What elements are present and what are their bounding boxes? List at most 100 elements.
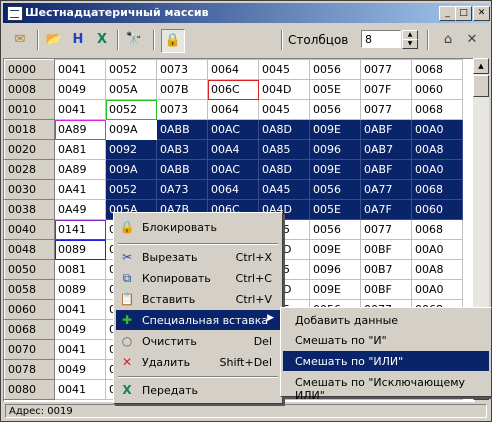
close-button[interactable]: ✕ [473,6,490,21]
submenu-item-append[interactable]: Добавить данные [283,310,489,330]
menu-item-lock[interactable]: 🔒 Блокировать [116,217,280,237]
export-icon[interactable]: X [91,29,113,51]
hex-cell[interactable]: 00A8 [411,139,463,160]
hex-cell[interactable]: 009E [309,239,361,260]
hex-cell[interactable]: 00BF [360,279,412,300]
hex-cell[interactable]: 0081 [54,259,106,280]
hex-cell[interactable]: 0068 [411,99,463,120]
hex-cell[interactable]: 0045 [258,99,310,120]
spin-down-button[interactable]: ▼ [402,39,418,49]
menu-item-transfer[interactable]: X Передать [116,380,280,400]
menu-item-delete[interactable]: ✕ Удалить Shift+Del [116,352,280,372]
columns-input[interactable]: 8 [361,30,401,48]
maximize-button[interactable]: □ [455,6,472,21]
hex-cell[interactable]: 00AC [207,119,259,140]
hex-cell[interactable]: 005E [309,79,361,100]
hex-cell[interactable]: 0AB3 [156,139,208,160]
hex-cell[interactable]: 0041 [54,299,106,320]
hex-cell[interactable]: 0AB7 [360,139,412,160]
hex-cell[interactable]: 0089 [54,239,106,260]
hex-cell[interactable]: 0052 [105,99,157,120]
minimize-button[interactable]: _ [439,6,456,21]
submenu-item-xor[interactable]: Смешать по "Исключающему ИЛИ" [283,372,489,402]
hex-cell[interactable]: 0049 [54,359,106,380]
hex-cell[interactable]: 0041 [54,339,106,360]
hex-cell[interactable]: 0ABF [360,159,412,180]
hex-cell[interactable]: 0A8D [258,159,310,180]
hex-cell[interactable]: 0045 [258,59,310,80]
hex-cell[interactable]: 009E [309,279,361,300]
submenu-item-and[interactable]: Смешать по "И" [283,330,489,350]
hex-cell[interactable]: 0ABB [156,119,208,140]
hex-cell[interactable]: 0A85 [258,139,310,160]
hex-cell[interactable]: 0052 [105,59,157,80]
hex-cell[interactable]: 0A89 [54,119,106,140]
hex-cell[interactable]: 006C [207,79,259,100]
hex-cell[interactable]: 0068 [411,219,463,240]
hex-cell[interactable]: 0096 [309,259,361,280]
hex-cell[interactable]: 0060 [411,199,463,220]
hex-cell[interactable]: 0A73 [156,179,208,200]
hex-cell[interactable]: 0052 [105,179,157,200]
hex-cell[interactable]: 0A49 [54,199,106,220]
hex-cell[interactable]: 00A0 [411,239,463,260]
hex-cell[interactable]: 00A0 [411,279,463,300]
menu-item-clear[interactable]: ○ Очистить Del [116,331,280,351]
hex-cell[interactable]: 0077 [360,99,412,120]
hex-cell[interactable]: 007B [156,79,208,100]
hex-cell[interactable]: 0A45 [258,179,310,200]
hex-cell[interactable]: 00BF [360,239,412,260]
hex-cell[interactable]: 0041 [54,59,106,80]
lock-toggle-icon[interactable]: 🔒 [161,29,185,53]
hex-cell[interactable]: 005E [309,199,361,220]
hex-cell[interactable]: 0049 [54,319,106,340]
hex-cell[interactable]: 0056 [309,59,361,80]
menu-item-paste[interactable]: 📋 Вставить Ctrl+V [116,289,280,309]
hex-cell[interactable]: 00A0 [411,119,463,140]
hex-cell[interactable]: 00AC [207,159,259,180]
scroll-up-button[interactable]: ▲ [473,58,489,74]
hex-cell[interactable]: 0041 [54,379,106,400]
hex-cell[interactable]: 0056 [309,99,361,120]
hex-cell[interactable]: 0064 [207,59,259,80]
menu-item-copy[interactable]: ⧉ Копировать Ctrl+C [116,268,280,288]
hex-cell[interactable]: 0A77 [360,179,412,200]
hex-cell[interactable]: 005A [105,79,157,100]
hex-cell[interactable]: 0ABB [156,159,208,180]
binoculars-icon[interactable]: 🔭 [123,29,145,51]
hex-cell[interactable]: 0077 [360,219,412,240]
hex-cell[interactable]: 00A4 [207,139,259,160]
hex-cell[interactable]: 0077 [360,59,412,80]
hex-cell[interactable]: 009A [105,159,157,180]
title-bar[interactable]: Шестнадцатеричный массив _ □ ✕ [3,3,490,23]
new-icon[interactable]: ✉ [9,29,31,51]
hex-cell[interactable]: 0A7F [360,199,412,220]
hex-cell[interactable]: 00A0 [411,159,463,180]
hex-cell[interactable]: 009A [105,119,157,140]
print-icon[interactable]: ⌂ [437,29,459,51]
hex-cell[interactable]: 0068 [411,59,463,80]
close-doc-icon[interactable]: ✕ [461,29,483,51]
hex-cell[interactable]: 0064 [207,179,259,200]
hex-cell[interactable]: 0A8D [258,119,310,140]
hex-cell[interactable]: 009E [309,119,361,140]
hex-cell[interactable]: 0064 [207,99,259,120]
hex-cell[interactable]: 0089 [54,279,106,300]
hex-cell[interactable]: 0092 [105,139,157,160]
submenu-item-or[interactable]: Смешать по "ИЛИ" [283,351,489,371]
hex-cell[interactable]: 0049 [54,79,106,100]
save-icon[interactable]: H [67,29,89,51]
hex-cell[interactable]: 0096 [309,139,361,160]
hex-cell[interactable]: 0141 [54,219,106,240]
scroll-thumb[interactable] [473,75,489,97]
hex-cell[interactable]: 0056 [309,179,361,200]
hex-cell[interactable]: 00A8 [411,259,463,280]
hex-cell[interactable]: 0073 [156,59,208,80]
hex-cell[interactable]: 0ABF [360,119,412,140]
menu-item-paste-special[interactable]: ✚ Специальная вставка ▶ [116,310,280,330]
hex-cell[interactable]: 0073 [156,99,208,120]
hex-cell[interactable]: 0A41 [54,179,106,200]
menu-item-cut[interactable]: ✂ Вырезать Ctrl+X [116,247,280,267]
hex-cell[interactable]: 0056 [309,219,361,240]
hex-cell[interactable]: 0A81 [54,139,106,160]
